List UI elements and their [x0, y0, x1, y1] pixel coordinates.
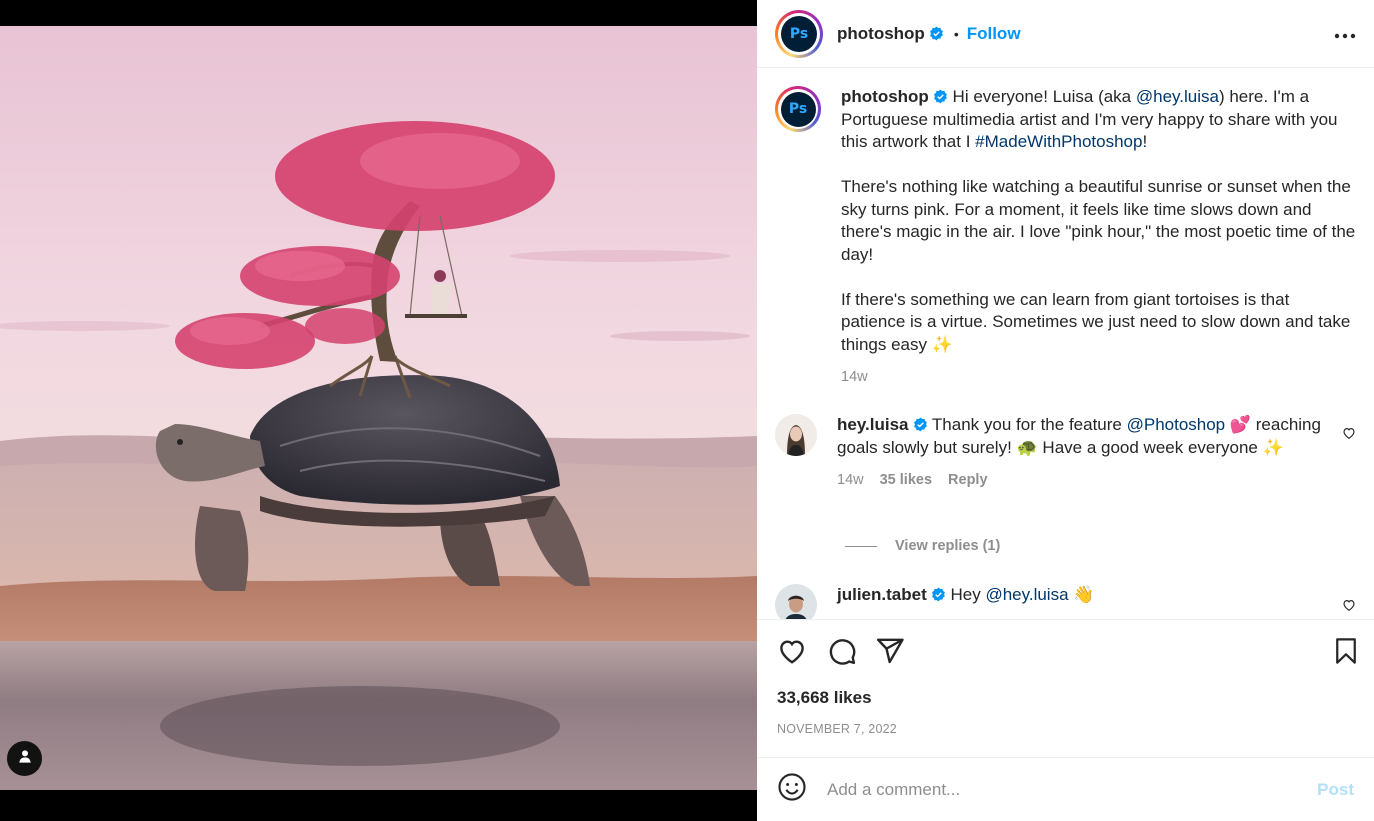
- comment-time[interactable]: 14w: [837, 469, 864, 492]
- caption-text-part: !: [1142, 132, 1148, 151]
- mention-link[interactable]: @hey.luisa: [1136, 87, 1219, 106]
- comment-text: hey.luisa Thank you for the feature @Pho…: [837, 414, 1356, 492]
- commenter-avatar[interactable]: [775, 414, 817, 456]
- author-username[interactable]: photoshop: [837, 24, 925, 44]
- mention-link[interactable]: @Photoshop: [1127, 415, 1226, 434]
- caption-meta: 14w: [841, 366, 1356, 389]
- comment-text-part: Thank you for the feature: [931, 415, 1127, 434]
- comment-icon[interactable]: [827, 636, 857, 671]
- heart-icon[interactable]: [777, 636, 807, 671]
- caption-text-part: Hi everyone! Luisa (aka: [952, 87, 1136, 106]
- comment-likes[interactable]: 35 likes: [880, 469, 932, 492]
- follow-button[interactable]: Follow: [967, 24, 1021, 44]
- post-header: Ps photoshop • Follow: [757, 0, 1374, 68]
- comment-like-heart-icon[interactable]: [1342, 598, 1356, 617]
- view-replies-button[interactable]: View replies (1): [845, 538, 1000, 554]
- verified-icon: [933, 89, 948, 104]
- comment-item: hey.luisa Thank you for the feature @Pho…: [775, 414, 1356, 492]
- photoshop-logo: Ps: [780, 91, 816, 127]
- post-button[interactable]: Post: [1317, 780, 1354, 800]
- likes-count[interactable]: 33,668 likes: [777, 688, 872, 708]
- separator-dot: •: [953, 25, 959, 42]
- reply-button[interactable]: Reply: [948, 469, 988, 492]
- verified-icon: [913, 417, 928, 432]
- bookmark-icon[interactable]: [1332, 636, 1360, 671]
- post-sidebar: Ps photoshop • Follow Ps photoshop Hi ev…: [757, 0, 1374, 821]
- commenter-username[interactable]: hey.luisa: [837, 415, 909, 434]
- comment-meta: 14w 35 likes Reply: [837, 469, 1322, 492]
- replies-divider: [845, 545, 877, 547]
- user-tag-icon: [17, 748, 33, 769]
- caption-time[interactable]: 14w: [841, 366, 868, 389]
- comment-input[interactable]: [827, 779, 1318, 800]
- share-icon[interactable]: [875, 636, 905, 671]
- post-image[interactable]: [0, 26, 757, 790]
- view-replies-label: View replies (1): [895, 538, 1001, 554]
- post-media: [0, 0, 757, 821]
- comment-text-part: 👋: [1068, 585, 1095, 604]
- comment-text: julien.tabet Hey @hey.luisa 👋: [837, 584, 1356, 619]
- caption-paragraph: If there's something we can learn from g…: [841, 289, 1351, 354]
- caption-paragraph: There's nothing like watching a beautifu…: [841, 177, 1356, 264]
- post-date[interactable]: NOVEMBER 7, 2022: [777, 722, 897, 736]
- post-actions: 33,668 likes NOVEMBER 7, 2022: [757, 619, 1374, 757]
- verified-icon: [931, 587, 946, 602]
- author-avatar[interactable]: Ps: [775, 9, 823, 58]
- comment-text-part: Hey: [950, 585, 986, 604]
- verified-icon: [929, 26, 944, 41]
- emoji-icon[interactable]: [777, 772, 807, 807]
- caption: Ps photoshop Hi everyone! Luisa (aka @he…: [775, 86, 1356, 389]
- caption-avatar[interactable]: Ps: [775, 86, 821, 132]
- caption-username[interactable]: photoshop: [841, 87, 929, 106]
- comment-like-heart-icon[interactable]: [1342, 426, 1356, 445]
- commenter-avatar[interactable]: [775, 584, 817, 619]
- user-tag-button[interactable]: [7, 741, 42, 776]
- comment-item: julien.tabet Hey @hey.luisa 👋: [775, 584, 1356, 619]
- mention-link[interactable]: @hey.luisa: [985, 585, 1068, 604]
- comments-section[interactable]: Ps photoshop Hi everyone! Luisa (aka @he…: [757, 68, 1374, 619]
- instagram-post-view: Ps photoshop • Follow Ps photoshop Hi ev…: [0, 0, 1374, 821]
- commenter-username[interactable]: julien.tabet: [837, 585, 927, 604]
- more-icon[interactable]: [1334, 26, 1356, 44]
- caption-text: photoshop Hi everyone! Luisa (aka @hey.l…: [841, 86, 1356, 389]
- photoshop-logo: Ps: [781, 15, 817, 52]
- hashtag-link[interactable]: #MadeWithPhotoshop: [975, 132, 1142, 151]
- comment-composer: Post: [757, 757, 1374, 821]
